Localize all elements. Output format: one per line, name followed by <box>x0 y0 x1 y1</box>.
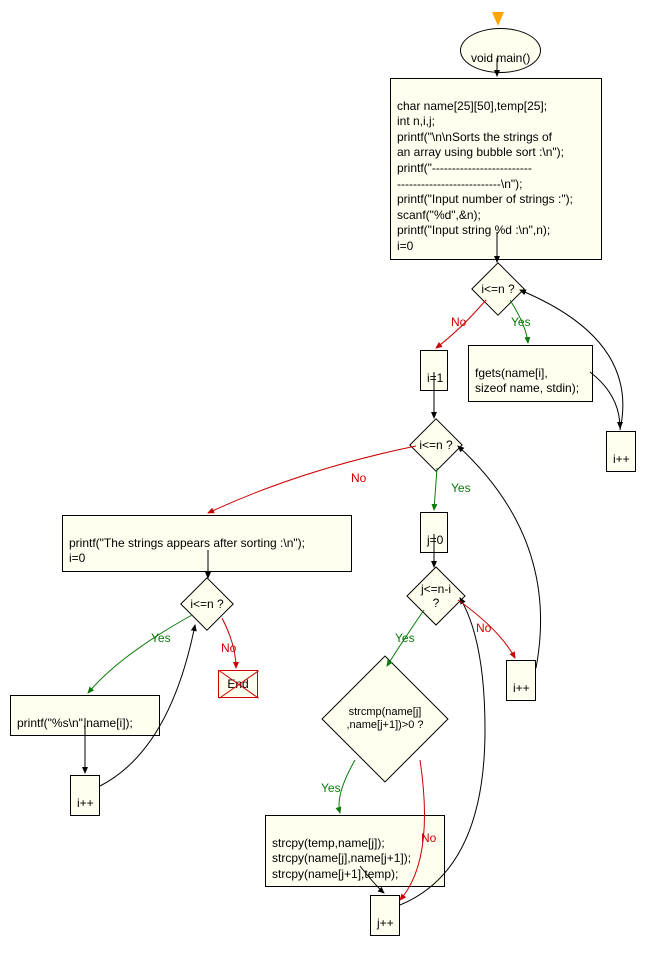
ipp2-label: i++ <box>513 681 530 695</box>
init-label: char name[25][50],temp[25]; int n,i,j; p… <box>397 99 573 253</box>
printhdr-label: printf("The strings appears after sortin… <box>69 536 305 566</box>
cond5-yes-label: Yes <box>151 631 171 645</box>
cond4-yes-label: Yes <box>321 781 341 795</box>
cond5-node: i<=n ? <box>180 577 234 631</box>
jpp-label: j++ <box>377 916 394 930</box>
cond5-no-label: No <box>221 641 236 655</box>
ipp3-node: i++ <box>70 775 100 816</box>
cond5-label: i<=n ? <box>190 597 223 611</box>
jpp-node: j++ <box>370 895 400 936</box>
cond1-label: i<=n ? <box>481 282 514 296</box>
cond3-yes-label: Yes <box>395 631 415 645</box>
prints-node: printf("%s\n",name[i]); <box>10 695 160 736</box>
cond1-no-label: No <box>451 315 466 329</box>
jset0-label: j=0 <box>427 533 443 547</box>
end-node: End <box>218 670 258 698</box>
swap-node: strcpy(temp,name[j]); strcpy(name[j],nam… <box>265 815 445 887</box>
swap-label: strcpy(temp,name[j]); strcpy(name[j],nam… <box>272 836 411 881</box>
printhdr-node: printf("The strings appears after sortin… <box>62 515 352 572</box>
cond2-node: i<=n ? <box>409 418 463 472</box>
cond1-yes-label: Yes <box>511 315 531 329</box>
end-label: End <box>227 677 248 691</box>
cond3-no-label: No <box>476 621 491 635</box>
fgets-node: fgets(name[i], sizeof name, stdin); <box>468 345 593 402</box>
entry-arrow <box>492 12 504 26</box>
cond2-yes-label: Yes <box>451 481 471 495</box>
cond3-node: j<=n-i ? <box>406 566 465 625</box>
cond1-node: i<=n ? <box>471 262 525 316</box>
prints-label: printf("%s\n",name[i]); <box>17 716 133 730</box>
ipp1-node: i++ <box>606 431 636 472</box>
cond2-label: i<=n ? <box>419 438 452 452</box>
start-node: void main() <box>460 28 541 73</box>
cond4-no-label: No <box>421 831 436 845</box>
fgets-label: fgets(name[i], sizeof name, stdin); <box>475 366 579 396</box>
ipp2-node: i++ <box>506 660 536 701</box>
iset1-node: i=1 <box>420 350 448 391</box>
ipp1-label: i++ <box>613 452 630 466</box>
ipp3-label: i++ <box>77 796 94 810</box>
cond4-node: strcmp(name[j] ,name[j+1])>0 ? <box>321 655 448 782</box>
init-node: char name[25][50],temp[25]; int n,i,j; p… <box>390 78 602 260</box>
jset0-node: j=0 <box>420 512 448 553</box>
cond3-label: j<=n-i ? <box>416 582 456 611</box>
cond4-label: strcmp(name[j] ,name[j+1])>0 ? <box>341 706 429 732</box>
start-label: void main() <box>471 51 530 65</box>
cond2-no-label: No <box>351 471 366 485</box>
iset1-label: i=1 <box>427 371 443 385</box>
